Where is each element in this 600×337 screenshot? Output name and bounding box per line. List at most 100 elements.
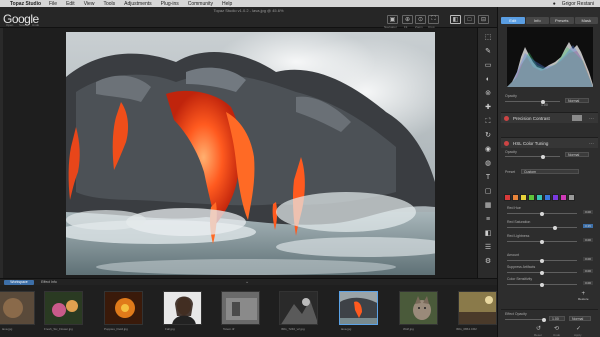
red-hue-slider[interactable] <box>507 211 577 216</box>
swatch-orange[interactable] <box>512 194 519 201</box>
menu-view[interactable]: View <box>84 1 95 7</box>
thumbnail[interactable] <box>163 291 202 325</box>
mask-tool-icon[interactable]: ◉ <box>483 146 493 154</box>
red-hue-value[interactable]: 0.00 <box>583 210 593 214</box>
section-toggle-icon[interactable] <box>504 116 509 121</box>
swatch-red[interactable] <box>504 194 511 201</box>
amount-value[interactable]: 0.00 <box>583 257 593 261</box>
image-canvas[interactable] <box>3 28 477 278</box>
undo-icon[interactable]: ⟲ <box>554 325 559 332</box>
fullscreen-button[interactable]: □ <box>464 15 475 24</box>
layout-button[interactable]: ⊟ <box>478 15 489 24</box>
effect-opacity-value-box[interactable]: 1.00 <box>549 316 565 321</box>
tab-mask[interactable]: Mask <box>574 17 598 24</box>
section-hsl-color-tuning[interactable]: HSL Color Tuning ⋯ <box>501 137 598 148</box>
swatch-green[interactable] <box>528 194 535 201</box>
user-name[interactable]: Grigor Restani <box>562 1 594 7</box>
swatch-yellow[interactable] <box>520 194 527 201</box>
brush-tool-icon[interactable]: ✎ <box>483 48 493 56</box>
gradient-tool-icon[interactable]: ◐ <box>483 76 493 84</box>
red-saturation-knob[interactable] <box>552 225 557 230</box>
hsl-opacity-slider[interactable] <box>505 154 560 159</box>
fit-button[interactable]: ⊕ <box>402 15 413 24</box>
rotate-tool-icon[interactable]: ↻ <box>483 132 493 140</box>
red-hue-knob[interactable] <box>540 211 544 216</box>
effect-opacity-slider[interactable] <box>505 317 546 322</box>
suppress-artifacts-value[interactable]: 0.00 <box>583 269 593 273</box>
section-menu-icon[interactable]: ⋯ <box>589 141 594 147</box>
red-saturation-slider[interactable] <box>507 225 577 230</box>
layers-tool-icon[interactable]: ≡ <box>483 216 493 224</box>
effect-opacity-knob[interactable] <box>542 317 546 322</box>
swatch-gray[interactable] <box>568 194 575 201</box>
thumbnail[interactable] <box>104 291 143 325</box>
zoom-button[interactable]: ⊙ <box>415 15 426 24</box>
section-precision-contrast[interactable]: Precision Contrast ⋯ <box>501 112 598 123</box>
opacity-value[interactable]: 1.00 <box>541 103 548 107</box>
menu-file[interactable]: File <box>49 1 57 7</box>
thumbnail[interactable] <box>399 291 438 325</box>
menu-adjustments[interactable]: Adjustments <box>124 1 152 7</box>
swatch-aqua[interactable] <box>536 194 543 201</box>
red-lightness-knob[interactable] <box>540 239 544 244</box>
user-icon[interactable]: ● <box>553 1 556 7</box>
hsl-opacity-knob[interactable] <box>541 154 545 159</box>
compare-button[interactable]: ◧ <box>450 15 461 24</box>
open-label[interactable]: Open <box>6 23 13 27</box>
lava-photo[interactable] <box>66 32 435 275</box>
frame-tool-icon[interactable]: ▢ <box>483 188 493 196</box>
adjust-tool-icon[interactable]: ☰ <box>483 244 493 252</box>
swatch-magenta[interactable] <box>560 194 567 201</box>
split-tool-icon[interactable]: ◧ <box>483 230 493 238</box>
settings-tool-icon[interactable]: ⚙ <box>483 258 493 266</box>
menu-community[interactable]: Community <box>188 1 213 7</box>
select-tool-icon[interactable]: ⬚ <box>483 34 493 42</box>
swatch-purple[interactable] <box>552 194 559 201</box>
tab-edit[interactable]: Edit <box>501 17 525 24</box>
eraser-tool-icon[interactable]: ▭ <box>483 62 493 70</box>
color-sensitivity-knob[interactable] <box>540 282 544 287</box>
tab-info[interactable]: Info <box>525 17 549 24</box>
section-menu-icon[interactable]: ⋯ <box>589 116 594 122</box>
thumbnail[interactable] <box>458 291 497 325</box>
preset-select[interactable]: Custom <box>521 169 579 174</box>
color-sensitivity-slider[interactable] <box>507 282 577 287</box>
menu-edit[interactable]: Edit <box>66 1 75 7</box>
hsl-blend-select[interactable]: Normal <box>565 152 589 157</box>
heal-tool-icon[interactable]: ✚ <box>483 104 493 112</box>
save-label[interactable]: Save <box>19 23 26 27</box>
thumbnail[interactable] <box>44 291 83 325</box>
thumbnail[interactable] <box>279 291 318 325</box>
opacity-slider[interactable] <box>505 99 560 104</box>
thumbnail[interactable] <box>221 291 260 325</box>
amount-slider[interactable] <box>507 258 577 263</box>
swatch-blue[interactable] <box>544 194 551 201</box>
menu-plugins[interactable]: Plug-ins <box>161 1 179 7</box>
color-sensitivity-value[interactable]: 0.00 <box>583 281 593 285</box>
blend-mode-select[interactable]: Normal <box>565 98 589 103</box>
red-lightness-value[interactable]: 0.00 <box>583 238 593 242</box>
effect-blend-select[interactable]: Normal <box>569 316 591 321</box>
red-saturation-value[interactable]: 0.35 <box>583 224 593 228</box>
clone-tool-icon[interactable]: ⊚ <box>483 90 493 98</box>
grid-tool-icon[interactable]: ▦ <box>483 202 493 210</box>
section-toggle-icon[interactable] <box>504 141 509 146</box>
tab-presets[interactable]: Presets <box>550 17 574 24</box>
thumbnail[interactable] <box>0 291 35 325</box>
suppress-artifacts-slider[interactable] <box>507 270 577 275</box>
crop-button[interactable]: ⛶ <box>428 15 439 24</box>
undo-label[interactable]: Undo <box>32 23 39 27</box>
color-tool-icon[interactable]: ◍ <box>483 160 493 168</box>
suppress-artifacts-knob[interactable] <box>540 270 544 275</box>
apply-icon[interactable]: ✓ <box>576 325 581 332</box>
menu-tools[interactable]: Tools <box>103 1 115 7</box>
menu-help[interactable]: Help <box>222 1 232 7</box>
navigator-button[interactable]: ▣ <box>387 15 398 24</box>
crop-tool-icon[interactable]: ⛶ <box>483 118 493 126</box>
red-lightness-slider[interactable] <box>507 239 577 244</box>
amount-knob[interactable] <box>540 258 544 263</box>
restore-button[interactable]: + Restore <box>578 291 589 301</box>
reset-icon[interactable]: ↺ <box>536 325 541 332</box>
text-tool-icon[interactable]: T <box>483 174 493 182</box>
thumbnail-selected[interactable] <box>339 291 378 325</box>
